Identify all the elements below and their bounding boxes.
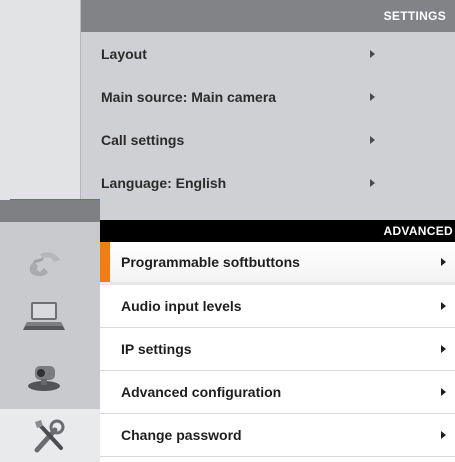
tools-icon[interactable] xyxy=(0,409,100,462)
menu-item-label: Programmable softbuttons xyxy=(121,254,300,270)
chevron-right-icon xyxy=(441,345,446,353)
menu-item-programmable-softbuttons[interactable]: Programmable softbuttons xyxy=(100,242,455,285)
settings-item-label: Main source: Main camera xyxy=(101,88,277,105)
chevron-right-icon xyxy=(441,258,446,266)
settings-item-label: Language: English xyxy=(101,174,227,191)
chevron-right-icon xyxy=(441,388,446,396)
icon-rail-header xyxy=(0,200,100,222)
chevron-right-icon xyxy=(370,178,375,187)
settings-item-label: Call settings xyxy=(101,131,185,148)
selection-indicator xyxy=(100,242,110,282)
chevron-right-icon xyxy=(370,135,375,144)
phone-icon[interactable] xyxy=(18,240,70,286)
laptop-icon[interactable] xyxy=(18,294,70,340)
menu-item-change-password[interactable]: Change password xyxy=(100,414,455,457)
chevron-right-icon xyxy=(441,431,446,439)
advanced-header: ADVANCED xyxy=(100,220,455,242)
settings-menu: SETTINGS Layout Main source: Main camera… xyxy=(80,0,455,230)
settings-item-call-settings[interactable]: Call settings xyxy=(81,118,455,161)
settings-item-label: Layout xyxy=(101,45,147,62)
settings-header: SETTINGS xyxy=(81,0,455,32)
menu-item-audio-input-levels[interactable]: Audio input levels xyxy=(100,285,455,328)
settings-item-language[interactable]: Language: English xyxy=(81,161,455,204)
menu-item-ip-settings[interactable]: IP settings xyxy=(100,328,455,371)
video-camera-icon[interactable] xyxy=(18,352,70,398)
menu-item-label: Advanced configuration xyxy=(121,384,282,400)
advanced-menu: ADVANCED Programmable softbuttons Audio … xyxy=(100,220,455,462)
menu-item-advanced-configuration[interactable]: Advanced configuration xyxy=(100,371,455,414)
menu-item-label: Audio input levels xyxy=(121,298,242,314)
chevron-right-icon xyxy=(370,92,375,101)
settings-item-main-source[interactable]: Main source: Main camera xyxy=(81,75,455,118)
menu-item-label: IP settings xyxy=(121,341,192,357)
divider xyxy=(10,199,100,200)
settings-item-layout[interactable]: Layout xyxy=(81,32,455,75)
menu-item-label: Change password xyxy=(121,427,242,443)
chevron-right-icon xyxy=(441,302,446,310)
chevron-right-icon xyxy=(370,49,375,58)
